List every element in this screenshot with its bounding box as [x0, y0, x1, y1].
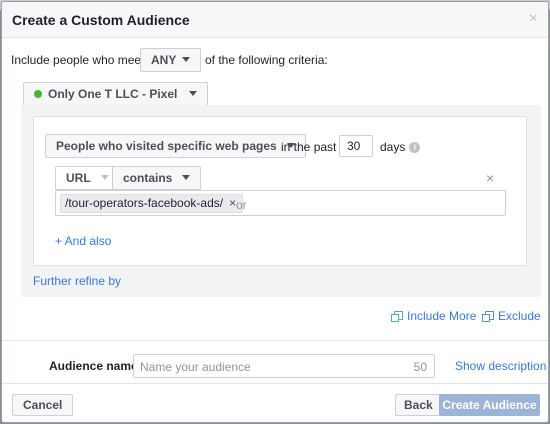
- cancel-button[interactable]: Cancel: [12, 394, 74, 416]
- audience-name-placeholder: Name your audience: [140, 360, 251, 374]
- days-input[interactable]: 30: [339, 135, 373, 157]
- in-the-past-label: in the past: [281, 140, 337, 154]
- operator-value: contains: [123, 171, 173, 185]
- char-count: 50: [413, 360, 427, 374]
- include-more-link[interactable]: Include More: [391, 309, 477, 323]
- and-also-link[interactable]: + And also: [55, 234, 111, 248]
- pixel-status-icon: [34, 89, 42, 98]
- include-more-icon: [391, 311, 403, 323]
- chevron-down-icon: [182, 57, 191, 63]
- audience-name-label: Audience name: [49, 359, 138, 373]
- close-icon[interactable]: ×: [529, 11, 538, 27]
- exclude-link[interactable]: Exclude: [482, 309, 541, 323]
- url-token: /tour-operators-facebook-ads/×: [60, 194, 244, 213]
- url-field-dropdown[interactable]: URL: [55, 166, 120, 190]
- operator-dropdown[interactable]: contains: [112, 166, 202, 190]
- further-refine-link[interactable]: Further refine by: [33, 274, 121, 288]
- exclude-icon: [482, 311, 494, 323]
- days-value: 30: [347, 139, 361, 153]
- event-type-value: People who visited specific web pages: [56, 139, 277, 153]
- pixel-source-dropdown[interactable]: Only One T LLC - Pixel: [23, 82, 209, 106]
- url-token-value: /tour-operators-facebook-ads/: [65, 196, 224, 210]
- remove-rule-icon[interactable]: ×: [486, 171, 494, 185]
- match-mode-dropdown[interactable]: ANY: [140, 48, 202, 72]
- criteria-prefix-label: Include people who meet: [11, 53, 145, 67]
- chevron-down-icon: [189, 91, 198, 97]
- dialog-title: Create a Custom Audience: [12, 12, 190, 28]
- create-custom-audience-dialog: Create a Custom Audience × Include peopl…: [1, 1, 549, 423]
- create-audience-button[interactable]: Create Audience: [439, 394, 540, 416]
- chevron-down-icon: [100, 175, 109, 181]
- days-label-text: days: [380, 140, 406, 154]
- criteria-suffix-label: of the following criteria:: [205, 53, 328, 67]
- event-type-dropdown[interactable]: People who visited specific web pages: [45, 134, 306, 158]
- divider: [2, 340, 548, 341]
- divider: [2, 383, 548, 384]
- match-mode-value: ANY: [151, 53, 177, 67]
- info-icon[interactable]: i: [409, 142, 421, 154]
- include-more-label: Include More: [407, 309, 477, 323]
- back-button[interactable]: Back: [395, 394, 442, 416]
- pixel-name: Only One T LLC - Pixel: [48, 87, 178, 101]
- days-label: days i: [380, 140, 421, 154]
- url-field-value: URL: [66, 171, 91, 185]
- chevron-down-icon: [182, 175, 191, 181]
- dialog-header: Create a Custom Audience ×: [2, 2, 548, 38]
- show-description-link[interactable]: Show description: [455, 359, 546, 373]
- exclude-label: Exclude: [498, 309, 541, 323]
- audience-name-input[interactable]: Name your audience 50: [133, 354, 435, 378]
- token-or-label: or: [236, 198, 247, 212]
